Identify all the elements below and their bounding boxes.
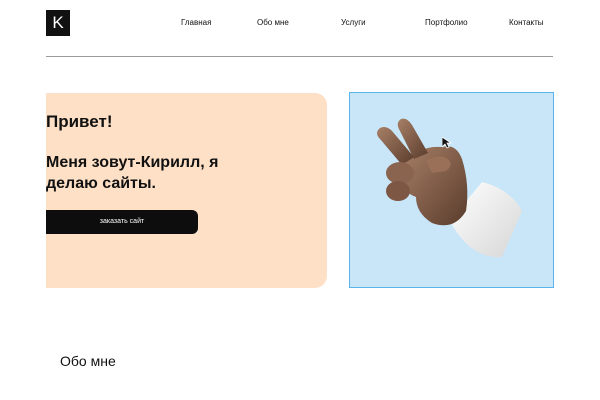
- about-section-title: Обо мне: [60, 353, 116, 369]
- nav-item-about[interactable]: Обо мне: [257, 18, 289, 27]
- hero-image-card: [349, 92, 554, 288]
- nav-item-home[interactable]: Главная: [181, 18, 211, 27]
- nav-item-contacts[interactable]: Контакты: [509, 18, 544, 27]
- nav-item-portfolio[interactable]: Портфолио: [425, 18, 468, 27]
- hero-greeting: Привет!: [46, 112, 113, 131]
- hero-intro: Меня зовут-Кирилл, я делаю сайты.: [46, 154, 219, 192]
- mouse-cursor-icon: [442, 137, 452, 149]
- order-site-button[interactable]: заказать сайт: [46, 210, 198, 234]
- peace-sign-hand-icon: [377, 118, 522, 258]
- nav-item-services[interactable]: Услуги: [341, 18, 366, 27]
- header-divider: [46, 56, 553, 57]
- logo[interactable]: K: [46, 10, 70, 36]
